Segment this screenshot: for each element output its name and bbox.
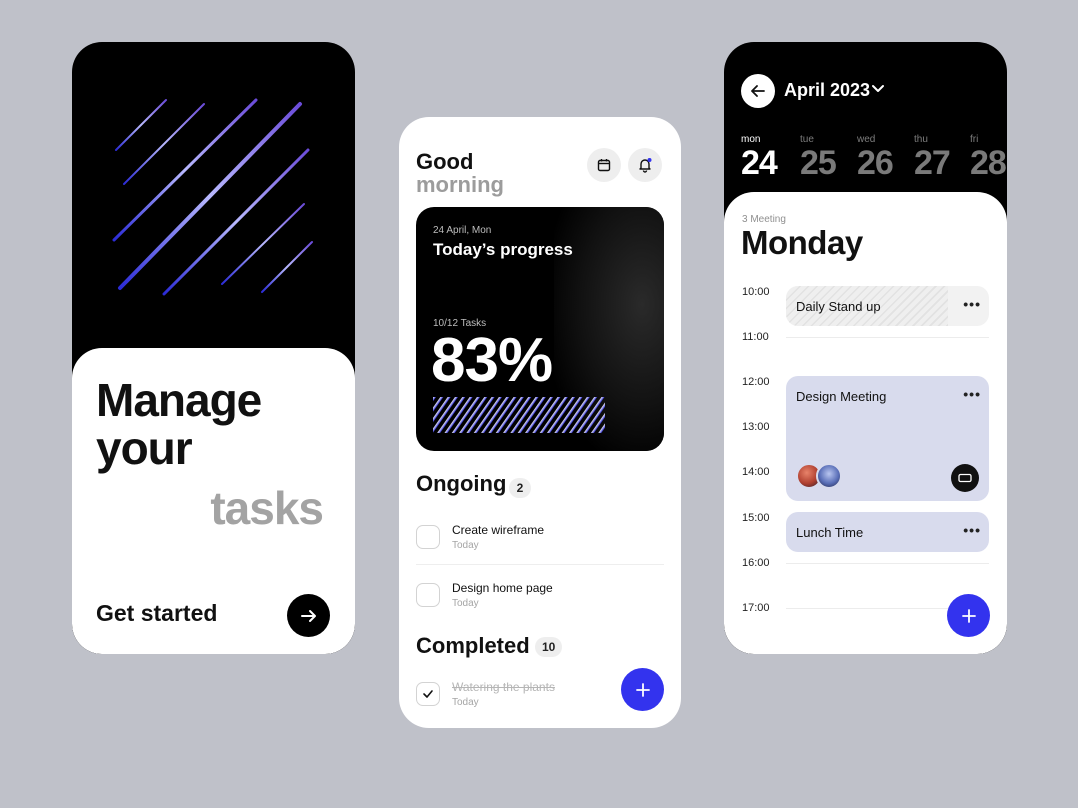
chevron-down-icon[interactable] <box>871 84 885 94</box>
ongoing-title: Ongoing <box>416 471 507 496</box>
task-name: Design home page <box>452 581 553 595</box>
more-icon[interactable]: ••• <box>963 522 981 538</box>
arrow-left-icon <box>751 85 765 97</box>
hour-label: 16:00 <box>742 557 770 569</box>
day-number: 25 <box>800 144 837 182</box>
day-mon[interactable]: mon 24 <box>741 134 778 183</box>
back-button[interactable] <box>741 74 775 108</box>
hour-label: 12:00 <box>742 376 770 388</box>
avatar <box>816 463 842 489</box>
onboarding-screen: Manage your tasks Get started <box>72 42 355 654</box>
event-title: Design Meeting <box>796 389 887 404</box>
task-checkbox[interactable] <box>416 583 440 607</box>
task-date: Today <box>452 697 479 708</box>
add-task-button[interactable] <box>621 668 664 711</box>
arrow-right-icon <box>300 609 316 622</box>
day-tue[interactable]: tue 25 <box>800 134 837 183</box>
progress-date: 24 April, Mon <box>433 225 492 236</box>
ongoing-count-badge: 2 <box>509 478 531 498</box>
plus-icon <box>961 608 976 623</box>
event-title: Lunch Time <box>796 525 864 540</box>
task-checkbox-checked[interactable] <box>416 682 440 706</box>
schedule-sheet: 3 Meeting Monday 10:00 11:00 12:00 13:00… <box>724 192 1007 654</box>
day-title: Monday <box>741 224 863 261</box>
day-number: 28 <box>970 144 1007 182</box>
task-name: Create wireframe <box>452 523 545 537</box>
hour-label: 10:00 <box>742 286 770 298</box>
calendar-button[interactable] <box>587 148 621 182</box>
more-icon[interactable]: ••• <box>963 386 981 402</box>
progress-card: 24 April, Mon Today’s progress 10/12 Tas… <box>416 207 664 451</box>
headline-line-3: tasks <box>210 482 324 534</box>
calendar-icon <box>597 159 611 172</box>
calendar-screen: April 2023 mon 24 tue 25 wed 26 thu 27 f… <box>724 42 1007 654</box>
hour-label: 13:00 <box>742 421 770 433</box>
day-number: 26 <box>857 144 894 182</box>
progress-title: Today’s progress <box>433 240 573 259</box>
divider <box>416 564 664 565</box>
completed-count-badge: 10 <box>535 637 563 657</box>
day-thu[interactable]: thu 27 <box>914 134 951 183</box>
plus-icon <box>635 682 650 697</box>
day-fri[interactable]: fri 28 <box>970 134 1007 183</box>
day-number: 27 <box>914 144 951 182</box>
task-item[interactable]: Create wireframe Today <box>416 519 664 569</box>
day-wed[interactable]: wed 26 <box>857 134 894 183</box>
video-icon <box>958 473 972 483</box>
get-started-button[interactable] <box>287 594 330 637</box>
headline-line-1: Manage <box>96 374 262 426</box>
task-date: Today <box>452 540 479 551</box>
progress-bar <box>433 397 605 433</box>
event-title: Daily Stand up <box>796 299 881 314</box>
notifications-button[interactable] <box>628 148 662 182</box>
hour-label: 11:00 <box>742 331 769 343</box>
task-date: Today <box>452 598 479 609</box>
month-selector[interactable]: April 2023 <box>784 80 870 101</box>
task-item[interactable]: Design home page Today <box>416 577 664 627</box>
greeting-subtitle: morning <box>416 172 504 197</box>
hour-label: 17:00 <box>742 602 770 614</box>
task-name: Watering the plants <box>452 680 555 694</box>
add-event-button[interactable] <box>947 594 990 637</box>
get-started-label[interactable]: Get started <box>96 600 217 627</box>
task-checkbox[interactable] <box>416 525 440 549</box>
onboarding-card: Manage your tasks Get started <box>72 348 355 654</box>
hour-line <box>786 563 989 564</box>
event-daily-standup[interactable]: Daily Stand up ••• <box>786 286 989 326</box>
hour-line <box>786 337 989 338</box>
home-screen: Good morning 24 April, Mon Today’s progr… <box>399 117 681 728</box>
headline-line-2: your <box>96 422 193 474</box>
event-lunch-time[interactable]: Lunch Time ••• <box>786 512 989 552</box>
progress-percent: 83% <box>431 326 553 395</box>
more-icon[interactable]: ••• <box>963 296 981 312</box>
day-number: 24 <box>741 144 778 182</box>
check-icon <box>423 690 433 698</box>
hour-label: 14:00 <box>742 466 770 478</box>
bell-icon <box>639 158 652 173</box>
video-call-button[interactable] <box>951 464 979 492</box>
event-design-meeting[interactable]: Design Meeting ••• <box>786 376 989 501</box>
hero-illustration <box>112 98 313 296</box>
completed-title: Completed <box>416 633 530 658</box>
hour-label: 15:00 <box>742 512 770 524</box>
